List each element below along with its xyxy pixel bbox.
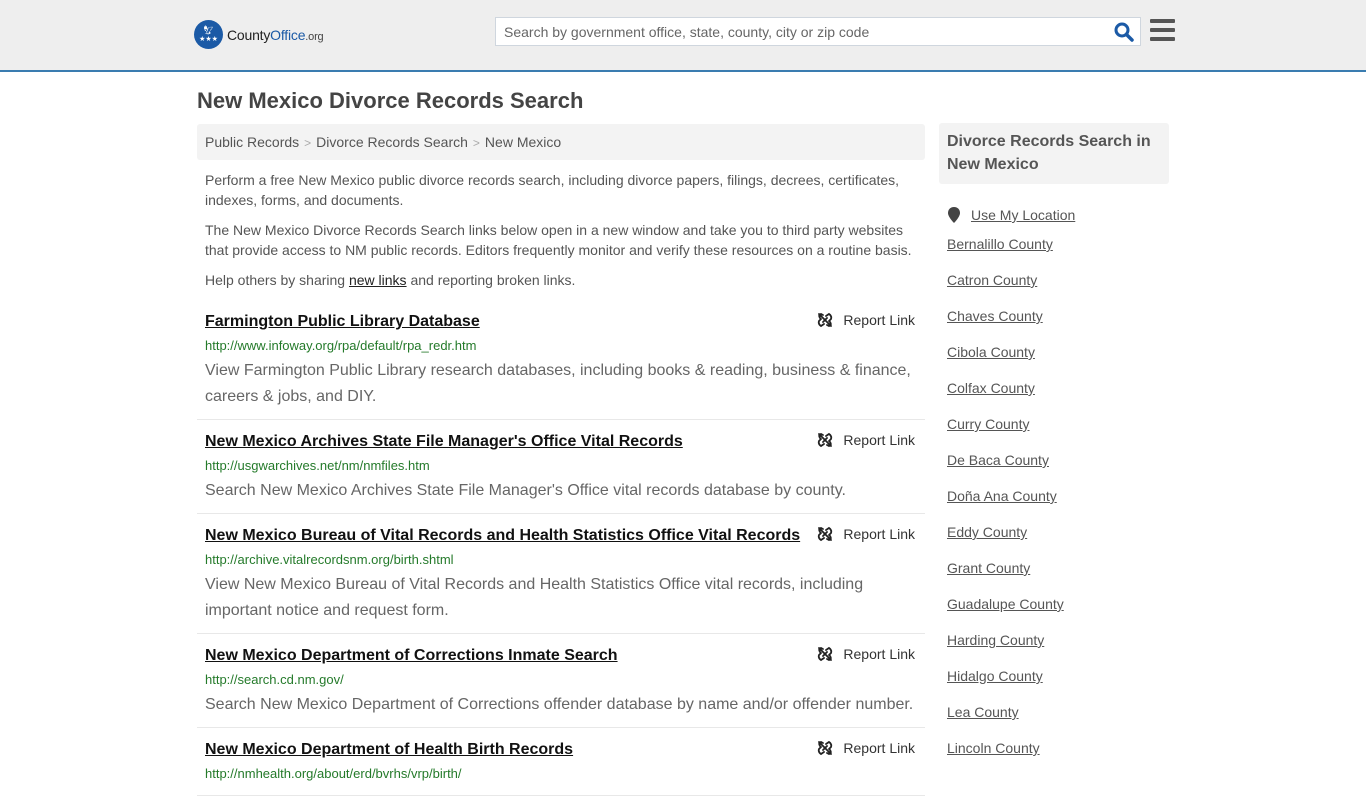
result-description: View Farmington Public Library research … [205,362,911,405]
result-item: New Mexico Bureau of Vital Records and H… [197,522,925,634]
result-url[interactable]: http://search.cd.nm.gov/ [205,668,917,692]
use-my-location-link[interactable]: Use My Location [971,204,1075,226]
county-link[interactable]: Eddy County [947,524,1027,540]
new-links-link[interactable]: new links [349,272,407,288]
breadcrumb-separator: > [472,136,480,150]
hamburger-icon [1150,19,1175,41]
result-description: Search New Mexico Archives State File Ma… [205,482,846,499]
intro-paragraph-1: Perform a free New Mexico public divorce… [205,172,900,208]
breadcrumb-public-records[interactable]: Public Records [205,134,299,150]
report-link-button[interactable]: Report Link [817,646,915,662]
search-input[interactable] [496,18,1096,45]
report-link-label: Report Link [843,312,915,328]
use-location-item: Use My Location [947,197,1169,233]
result-item: New Mexico Department of Corrections Inm… [197,642,925,728]
result-url[interactable]: http://www.infoway.org/rpa/default/rpa_r… [205,334,917,358]
county-item: Curry County [947,413,1169,449]
logo-text-office: Office [270,26,306,43]
menu-button[interactable] [1150,19,1175,41]
logo-text-org: .org [305,30,324,43]
county-item: Grant County [947,557,1169,593]
search-icon [1114,22,1134,42]
county-item: Bernalillo County [947,233,1169,269]
county-link[interactable]: Hidalgo County [947,668,1043,684]
broken-link-icon [818,740,833,756]
result-description: Search New Mexico Department of Correcti… [205,696,914,713]
logo-text: CountyOffice.org [227,26,324,43]
intro-help-text: Help others by sharing [205,272,349,288]
county-link[interactable]: Cibola County [947,344,1035,360]
result-title-link[interactable]: New Mexico Archives State File Manager's… [205,430,683,454]
intro-paragraph-3: Help others by sharing new links and rep… [205,270,917,290]
sidebar: Divorce Records Search in New Mexico Use… [939,123,1169,773]
county-link[interactable]: Lea County [947,704,1019,720]
county-link[interactable]: Lincoln County [947,740,1040,756]
report-link-button[interactable]: Report Link [817,526,915,542]
report-link-label: Report Link [843,526,915,542]
county-item: Doña Ana County [947,485,1169,521]
breadcrumb-current: New Mexico [484,134,562,150]
result-item: Farmington Public Library Database Repor… [197,308,925,420]
broken-link-icon [818,432,833,448]
results-list: Farmington Public Library Database Repor… [197,308,925,804]
result-url[interactable]: http://nmhealth.org/about/erd/bvrhs/vrp/… [205,762,917,786]
report-link-label: Report Link [843,432,915,448]
county-item: Harding County [947,629,1169,665]
map-pin-icon [948,207,960,223]
report-link-button[interactable]: Report Link [817,740,915,756]
county-link[interactable]: Bernalillo County [947,236,1053,252]
county-item: Colfax County [947,377,1169,413]
intro-text: Perform a free New Mexico public divorce… [205,170,917,300]
county-item: Catron County [947,269,1169,305]
broken-link-icon [818,312,833,328]
search-box [495,17,1141,46]
county-link[interactable]: Harding County [947,632,1044,648]
county-list: Use My Location Bernalillo County Catron… [939,197,1169,773]
result-item: New Mexico Archives State File Manager's… [197,428,925,514]
county-item: Chaves County [947,305,1169,341]
breadcrumb-separator: > [304,136,312,150]
result-url[interactable]: http://usgwarchives.net/nm/nmfiles.htm [205,454,917,478]
county-link[interactable]: Doña Ana County [947,488,1057,504]
county-link[interactable]: De Baca County [947,452,1049,468]
eagle-stars-icon: 🦅︎ ★★★ [194,20,223,49]
breadcrumb: Public Records > Divorce Records Search > Ne… [197,124,925,160]
county-item: Cibola County [947,341,1169,377]
intro-help-text-end: and reporting broken links. [406,272,576,288]
search-button[interactable] [1114,22,1134,42]
result-title-link[interactable]: New Mexico Department of Corrections Inm… [205,644,618,668]
page-title: New Mexico Divorce Records Search [197,88,584,113]
result-item: New Mexico Department of Health Birth Re… [197,736,925,796]
county-item: Lea County [947,701,1169,737]
site-header: 🦅︎ ★★★ CountyOffice.org [0,0,1366,72]
county-link[interactable]: Colfax County [947,380,1035,396]
county-link[interactable]: Chaves County [947,308,1043,324]
result-title-link[interactable]: New Mexico Bureau of Vital Records and H… [205,524,800,548]
result-title-link[interactable]: New Mexico Department of Health Birth Re… [205,738,573,762]
county-item: Guadalupe County [947,593,1169,629]
county-link[interactable]: Catron County [947,272,1037,288]
breadcrumb-divorce-records-search[interactable]: Divorce Records Search [316,134,468,150]
report-link-label: Report Link [843,740,915,756]
county-item: Hidalgo County [947,665,1169,701]
county-link[interactable]: Grant County [947,560,1030,576]
broken-link-icon [818,526,833,542]
site-logo[interactable]: 🦅︎ ★★★ CountyOffice.org [194,20,324,49]
intro-paragraph-2: The New Mexico Divorce Records Search li… [205,222,912,258]
sidebar-heading: Divorce Records Search in New Mexico [939,123,1169,184]
county-link[interactable]: Curry County [947,416,1029,432]
report-link-button[interactable]: Report Link [817,432,915,448]
broken-link-icon [818,646,833,662]
result-title-link[interactable]: Farmington Public Library Database [205,310,480,334]
report-link-button[interactable]: Report Link [817,312,915,328]
logo-text-county: County [227,26,271,43]
county-item: Eddy County [947,521,1169,557]
result-description: View New Mexico Bureau of Vital Records … [205,576,864,619]
report-link-label: Report Link [843,646,915,662]
county-link[interactable]: Guadalupe County [947,596,1064,612]
result-url[interactable]: http://archive.vitalrecordsnm.org/birth.… [205,548,917,572]
county-item: De Baca County [947,449,1169,485]
